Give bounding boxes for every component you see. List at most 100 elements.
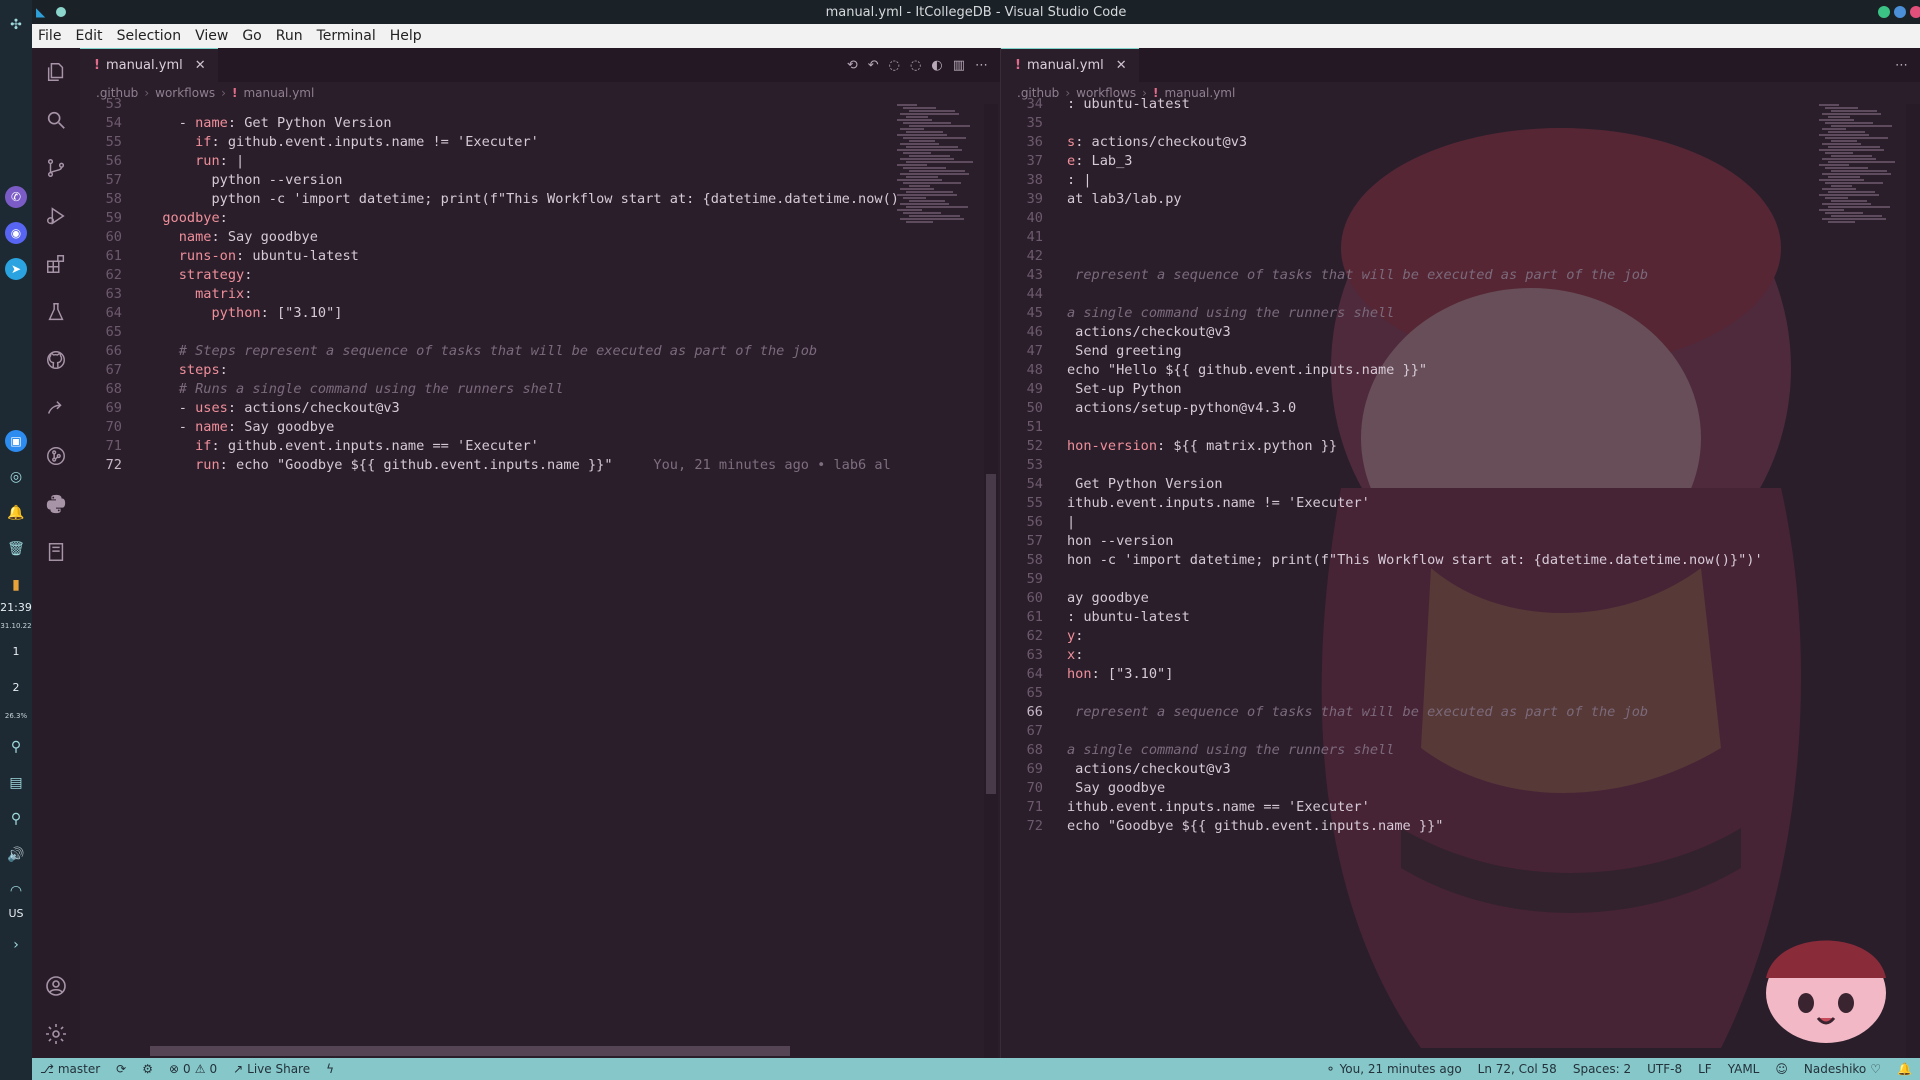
run-debug-icon[interactable]: [32, 192, 80, 240]
line-text: echo "Hello ${{ github.event.inputs.name…: [1067, 362, 1428, 378]
breadcrumb-workflows[interactable]: workflows: [155, 86, 215, 100]
accounts-icon[interactable]: [32, 962, 80, 1010]
menu-run[interactable]: Run: [276, 28, 303, 44]
timeline-icon[interactable]: ⟲: [847, 58, 858, 73]
search-icon[interactable]: [32, 96, 80, 144]
close-window-button[interactable]: [1910, 6, 1920, 18]
vertical-scrollbar[interactable]: [1906, 104, 1920, 1058]
menu-go[interactable]: Go: [242, 28, 261, 44]
clipboard-icon[interactable]: ▤: [5, 772, 27, 794]
volume-icon[interactable]: 🔊: [5, 844, 27, 866]
end-of-line[interactable]: LF: [1690, 1058, 1720, 1080]
encoding[interactable]: UTF-8: [1639, 1058, 1690, 1080]
system-monitor-icon[interactable]: ▮: [5, 574, 27, 596]
sync-icon[interactable]: ⟳: [108, 1058, 134, 1080]
horizontal-scrollbar[interactable]: [150, 1046, 790, 1056]
menu-view[interactable]: View: [195, 28, 228, 44]
line-number: 47: [1026, 343, 1043, 359]
git-blame-status[interactable]: ⚬ You, 21 minutes ago: [1318, 1058, 1470, 1080]
status-bar: ⎇ master ⟳ ⚙ ⊗ 0 ⚠ 0 ↗ Live Share ϟ ⚬ Yo…: [32, 1058, 1920, 1080]
feedback-icon[interactable]: ☺: [1767, 1058, 1796, 1080]
menu-file[interactable]: File: [38, 28, 61, 44]
trash-icon[interactable]: 🗑: [5, 538, 27, 560]
more-actions-icon[interactable]: ⋯: [975, 58, 988, 73]
minimap-line: [1822, 158, 1876, 160]
wifi-icon[interactable]: ◠: [5, 880, 27, 902]
live-share-status[interactable]: ↗ Live Share: [225, 1058, 318, 1080]
line-text: python: ["3.10"]: [211, 305, 343, 321]
menu-selection[interactable]: Selection: [117, 28, 182, 44]
keyboard-layout[interactable]: US: [8, 908, 23, 920]
tab-manual-yml[interactable]: ! manual.yml ✕: [80, 48, 218, 82]
telegram-icon[interactable]: ➤: [5, 258, 27, 280]
indentation[interactable]: Spaces: 2: [1565, 1058, 1639, 1080]
minimap-line: [1825, 197, 1848, 199]
line-text: represent a sequence of tasks that will …: [1067, 704, 1649, 720]
chevron-right-icon[interactable]: ›: [5, 934, 27, 956]
network-icon[interactable]: ◎: [5, 466, 27, 488]
window-menu-icon[interactable]: [56, 7, 66, 17]
notifications-bell-icon[interactable]: 🔔: [1889, 1058, 1920, 1080]
breadcrumb-file[interactable]: manual.yml: [243, 86, 314, 100]
line-number: 70: [1026, 780, 1043, 796]
line-number: 62: [105, 267, 122, 283]
line-text: # Runs a single command using the runner…: [146, 381, 564, 397]
workspace-1[interactable]: 1: [13, 646, 20, 658]
minimap-line: [1819, 119, 1854, 121]
vertical-scrollbar[interactable]: [984, 104, 998, 1058]
minimize-button[interactable]: [1878, 6, 1890, 18]
testing-icon[interactable]: [32, 288, 80, 336]
menu-edit[interactable]: Edit: [75, 28, 102, 44]
viber-icon[interactable]: ✆: [5, 186, 27, 208]
minimap-line: [900, 128, 924, 130]
line-text: name: Say goodbye: [178, 229, 318, 245]
source-control-icon[interactable]: [32, 144, 80, 192]
discord-icon[interactable]: ◉: [5, 222, 27, 244]
previous-change-icon[interactable]: ◌: [889, 58, 900, 73]
minimap-line: [1822, 203, 1871, 205]
menu-terminal[interactable]: Terminal: [317, 28, 376, 44]
title-bar: ◣ manual.yml - ItCollegeDB - Visual Stud…: [32, 0, 1920, 24]
theme-indicator[interactable]: Nadeshiko ♡: [1796, 1058, 1889, 1080]
workspace-2[interactable]: 2: [13, 682, 20, 694]
problems-indicator[interactable]: ⊗ 0 ⚠ 0: [161, 1058, 225, 1080]
language-mode[interactable]: YAML: [1720, 1058, 1768, 1080]
menu-help[interactable]: Help: [390, 28, 422, 44]
live-share-icon[interactable]: [32, 384, 80, 432]
notifications-icon[interactable]: 🔔: [5, 502, 27, 524]
extensions-icon[interactable]: [32, 240, 80, 288]
split-editor-icon[interactable]: ▥: [953, 58, 965, 73]
close-tab-icon[interactable]: ✕: [1116, 58, 1127, 73]
minimap-line: [1825, 137, 1888, 139]
git-graph-status-icon[interactable]: ⚙: [134, 1058, 161, 1080]
app-launcher-icon[interactable]: ✣: [5, 14, 27, 36]
minimap-line: [1828, 191, 1875, 193]
notebook-icon[interactable]: [32, 528, 80, 576]
location-icon[interactable]: ⚲: [5, 736, 27, 758]
python-icon[interactable]: [32, 480, 80, 528]
more-actions-icon[interactable]: ⋯: [1895, 58, 1908, 73]
revert-icon[interactable]: ↶: [868, 58, 879, 73]
lightning-icon[interactable]: ϟ: [318, 1058, 342, 1080]
cursor-position[interactable]: Ln 72, Col 58: [1470, 1058, 1565, 1080]
scrollbar-thumb[interactable]: [986, 474, 996, 794]
settings-gear-icon[interactable]: [32, 1010, 80, 1058]
code-area[interactable]: 53 54 - name: Get Python Version 55 if: gi…: [80, 96, 1000, 1058]
minimap[interactable]: [893, 104, 985, 264]
github-icon[interactable]: [32, 336, 80, 384]
tab-manual-yml[interactable]: ! manual.yml ✕: [1001, 48, 1139, 82]
git-graph-icon[interactable]: [32, 432, 80, 480]
minimap-line: [1828, 146, 1880, 148]
line-number: 37: [1026, 153, 1043, 169]
maximize-button[interactable]: [1894, 6, 1906, 18]
branch-indicator[interactable]: ⎇ master: [32, 1058, 108, 1080]
line-number: 40: [1026, 210, 1043, 226]
minimap[interactable]: [1815, 104, 1907, 264]
explorer-icon[interactable]: [32, 48, 80, 96]
close-tab-icon[interactable]: ✕: [195, 58, 206, 73]
pin-icon[interactable]: ⚲: [5, 808, 27, 830]
git-lens-icon[interactable]: ◐: [931, 58, 942, 73]
app-icon[interactable]: ▣: [5, 430, 27, 452]
next-change-icon[interactable]: ◌: [910, 58, 921, 73]
code-area[interactable]: 34: ubuntu-latest 35 36 s: actions/checkout…: [1001, 96, 1920, 1058]
